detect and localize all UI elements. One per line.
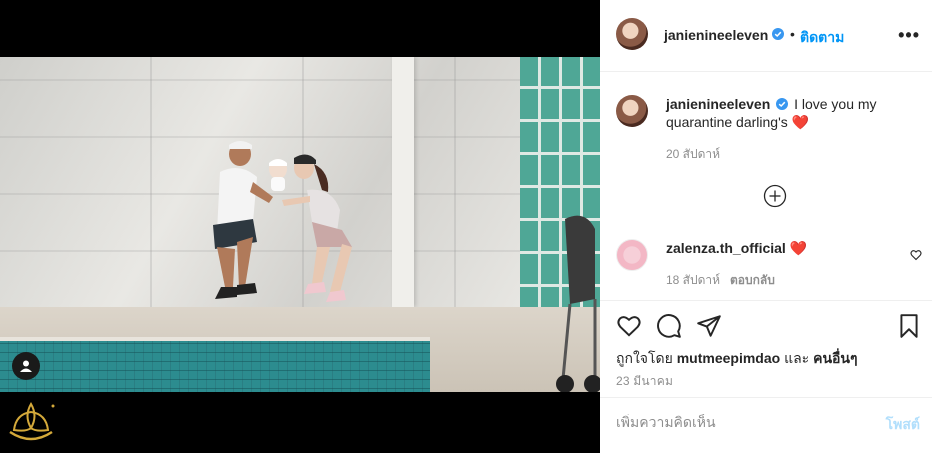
user-tag-icon — [20, 360, 32, 372]
commenter-avatar[interactable] — [616, 239, 648, 271]
post-date[interactable]: 23 มีนาคม — [616, 372, 673, 391]
comment: zalenza.th_official ❤️ — [666, 239, 896, 257]
heart-icon[interactable] — [616, 313, 642, 339]
paper-plane-icon[interactable] — [696, 313, 722, 339]
caption-author[interactable]: janienineeleven — [666, 96, 770, 112]
reply-button[interactable]: ตอบกลับ — [730, 271, 775, 290]
person-woman — [282, 154, 352, 302]
comment-author[interactable]: zalenza.th_official — [666, 240, 786, 256]
comment-text: ❤️ — [789, 240, 808, 256]
likes-prefix: ถูกใจโดย — [616, 350, 673, 366]
verified-badge-icon — [776, 98, 789, 110]
author-avatar[interactable] — [616, 18, 648, 50]
media-pane — [0, 0, 600, 453]
likes-summary: ถูกใจโดย mutmeepimdao และ คนอื่นๆ — [616, 348, 858, 370]
follow-button[interactable]: ติดตาม — [800, 27, 844, 49]
more-options-button[interactable]: ••• — [898, 25, 920, 46]
likes-and: และ — [784, 350, 810, 366]
comment-like-heart-icon[interactable] — [910, 249, 922, 261]
bookmark-icon[interactable] — [896, 313, 922, 339]
tagged-users-button[interactable] — [12, 352, 40, 380]
verified-badge-icon — [772, 28, 784, 40]
caption-timestamp[interactable]: 20 สัปดาห์ — [666, 145, 720, 164]
caption: janienineeleven I love you my quarantine… — [666, 95, 906, 131]
caption-avatar[interactable] — [616, 95, 648, 127]
post-video[interactable] — [0, 57, 600, 392]
caption-heart-emoji: ❤️ — [791, 114, 810, 130]
post-actions: ถูกใจโดย mutmeepimdao และ คนอื่นๆ 23 มีน… — [600, 300, 932, 400]
author-username[interactable]: janienineeleven — [664, 27, 768, 43]
watermark-logo — [9, 402, 55, 441]
likes-others[interactable]: คนอื่นๆ — [813, 350, 857, 366]
stroller-shape — [556, 215, 600, 392]
plus-circle-icon[interactable] — [763, 184, 787, 208]
header-separator: • — [790, 26, 795, 42]
comment-icon[interactable] — [656, 313, 682, 339]
comment-timestamp[interactable]: 18 สัปดาห์ — [666, 271, 720, 290]
comment-input[interactable] — [616, 414, 856, 430]
post-side-panel: janienineeleven • ติดตาม ••• janienineel… — [600, 0, 932, 453]
video-pillar — [392, 57, 414, 307]
likes-user[interactable]: mutmeepimdao — [677, 350, 780, 366]
post-comment-button[interactable]: โพสต์ — [886, 414, 920, 436]
comment-bar: โพสต์ — [600, 397, 932, 453]
post-header: janienineeleven • ติดตาม ••• — [600, 0, 932, 72]
